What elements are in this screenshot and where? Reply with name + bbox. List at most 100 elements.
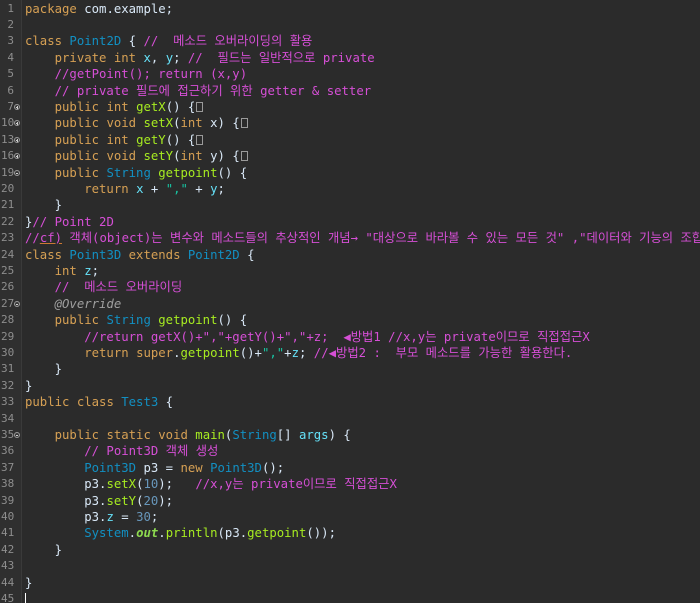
folded-code-icon[interactable]: [240, 151, 248, 162]
expand-fold-icon[interactable]: [14, 136, 20, 143]
code-line[interactable]: 43: [0, 558, 700, 574]
code-line[interactable]: 7 public int getX() {: [0, 99, 700, 115]
code-line[interactable]: 23 //cf) 객체(object)는 변수와 메소드들의 추상적인 개념→ "…: [0, 230, 700, 246]
code-line[interactable]: 42 }: [0, 542, 700, 558]
code-line[interactable]: 3 class Point2D { // 메소드 오버라이딩의 활용: [0, 33, 700, 49]
code-line[interactable]: 28 public String getpoint() {: [0, 312, 700, 328]
code-line[interactable]: 35 public static void main(String[] args…: [0, 427, 700, 443]
code-line[interactable]: 26 // 메소드 오버라이딩: [0, 279, 700, 295]
code-line[interactable]: 36 // Point3D 객체 생성: [0, 443, 700, 459]
code-token: .: [128, 526, 137, 541]
line-number: 20: [1, 181, 15, 195]
code-line[interactable]: 16 public void setY(int y) {: [0, 148, 700, 164]
code-token: z: [291, 345, 299, 360]
code-token: Point3D: [69, 247, 129, 262]
code-line[interactable]: 40 p3.z = 30;: [0, 509, 700, 525]
code-line[interactable]: 30 return super.getpoint()+","+z; //◀방법2…: [0, 345, 700, 361]
code-line[interactable]: 2: [0, 17, 700, 33]
code-line[interactable]: 27 @Override: [0, 296, 700, 312]
code-token: //: [25, 231, 40, 246]
code-line[interactable]: 13 public int getY() {: [0, 132, 700, 148]
code-line[interactable]: 10 public void setX(int x) {: [0, 115, 700, 131]
collapse-fold-icon[interactable]: [14, 431, 20, 438]
folded-code-icon[interactable]: [196, 134, 204, 145]
code-token: []: [276, 427, 299, 442]
code-token: ();: [261, 460, 285, 475]
code-token: void: [106, 116, 144, 131]
code-line[interactable]: 44}: [0, 575, 700, 591]
code-text: public void setX(int x) {: [25, 115, 248, 131]
code-line[interactable]: 45: [0, 591, 700, 603]
code-token: args: [298, 427, 329, 442]
code-token: }: [25, 198, 63, 213]
code-line[interactable]: 39 p3.setY(20);: [0, 493, 700, 509]
code-line[interactable]: 20 return x + "," + y;: [0, 181, 700, 197]
code-text: p3.setY(20);: [25, 493, 173, 509]
code-token: getX: [136, 99, 166, 114]
code-token: ;: [150, 509, 159, 524]
code-line[interactable]: 5 //getPoint(); return (x,y): [0, 66, 700, 82]
collapse-fold-icon[interactable]: [14, 169, 20, 176]
line-number: 22: [1, 214, 15, 228]
code-token: =: [113, 509, 137, 524]
code-editor[interactable]: 1 package com.example; 2 3 class Point2D { /…: [0, 0, 700, 603]
code-token: }: [25, 542, 63, 557]
code-line[interactable]: 33 public class Test3 {: [0, 394, 700, 410]
code-line[interactable]: 37 Point3D p3 = new Point3D();: [0, 460, 700, 476]
code-line[interactable]: 22}// Point 2D: [0, 214, 700, 230]
code-line[interactable]: 6 // private 필드에 접근하기 위한 getter & setter: [0, 83, 700, 99]
code-text: }: [25, 197, 62, 213]
expand-fold-icon[interactable]: [14, 120, 20, 127]
code-token: // private 필드에 접근하기 위한 getter & setter: [25, 83, 372, 98]
code-token: ) {: [328, 427, 351, 442]
line-number: 33: [1, 395, 15, 409]
code-token: public: [25, 149, 107, 164]
code-token: setX: [143, 116, 174, 131]
code-line[interactable]: 19 public String getpoint() {: [0, 165, 700, 181]
code-line[interactable]: 38 p3.setX(10); //x,y는 private이므로 직접접근X: [0, 476, 700, 492]
code-token: void: [106, 149, 144, 164]
code-line[interactable]: 31 }: [0, 361, 700, 377]
code-token: (: [173, 116, 181, 131]
line-number: 16: [1, 149, 15, 163]
line-number: 30: [1, 345, 15, 359]
code-token: public: [25, 395, 77, 410]
code-token: String: [232, 427, 277, 442]
code-line[interactable]: 4 private int x, y; // 필드는 일반적으로 private: [0, 50, 700, 66]
code-line[interactable]: 1 package com.example;: [0, 1, 700, 17]
code-token: () {: [165, 99, 196, 114]
code-line[interactable]: 21 }: [0, 197, 700, 213]
code-line[interactable]: 24 class Point3D extends Point2D {: [0, 247, 700, 263]
code-token: // Point 2D: [32, 214, 114, 229]
code-text: p3.setX(10); //x,y는 private이므로 직접접근X: [25, 476, 397, 492]
code-token: @Override: [25, 296, 122, 311]
folded-code-icon[interactable]: [240, 118, 248, 129]
code-line[interactable]: 34: [0, 411, 700, 427]
code-text: public int getX() {: [25, 99, 204, 115]
code-text: class Point3D extends Point2D {: [25, 247, 255, 263]
line-number: 25: [1, 263, 15, 277]
line-number: 36: [1, 444, 15, 458]
code-token: ;: [217, 181, 225, 196]
code-line[interactable]: 25 int z;: [0, 263, 700, 279]
code-token: public: [25, 165, 107, 180]
code-line[interactable]: 41 System.out.println(p3.getpoint());: [0, 525, 700, 541]
collapse-fold-icon[interactable]: [14, 300, 20, 307]
code-line[interactable]: 29 //return getX()+","+getY()+","+z; ◀방법…: [0, 329, 700, 345]
code-text: System.out.println(p3.getpoint());: [25, 525, 336, 541]
code-token: int: [106, 99, 137, 114]
code-line[interactable]: 32}: [0, 378, 700, 394]
folded-code-icon[interactable]: [196, 101, 204, 112]
code-token: y: [210, 149, 218, 164]
code-token: .: [173, 345, 181, 360]
code-token: // Point3D 객체 생성: [25, 444, 219, 459]
code-token: {: [158, 395, 174, 410]
expand-fold-icon[interactable]: [14, 153, 20, 160]
line-number: 42: [1, 542, 15, 556]
code-token: package: [25, 1, 85, 16]
code-token: class: [76, 395, 122, 410]
code-token: // 메소드 오버라이딩의 활용: [143, 34, 313, 49]
expand-fold-icon[interactable]: [14, 103, 20, 110]
code-text: }: [25, 361, 62, 377]
code-token: public: [25, 313, 107, 328]
